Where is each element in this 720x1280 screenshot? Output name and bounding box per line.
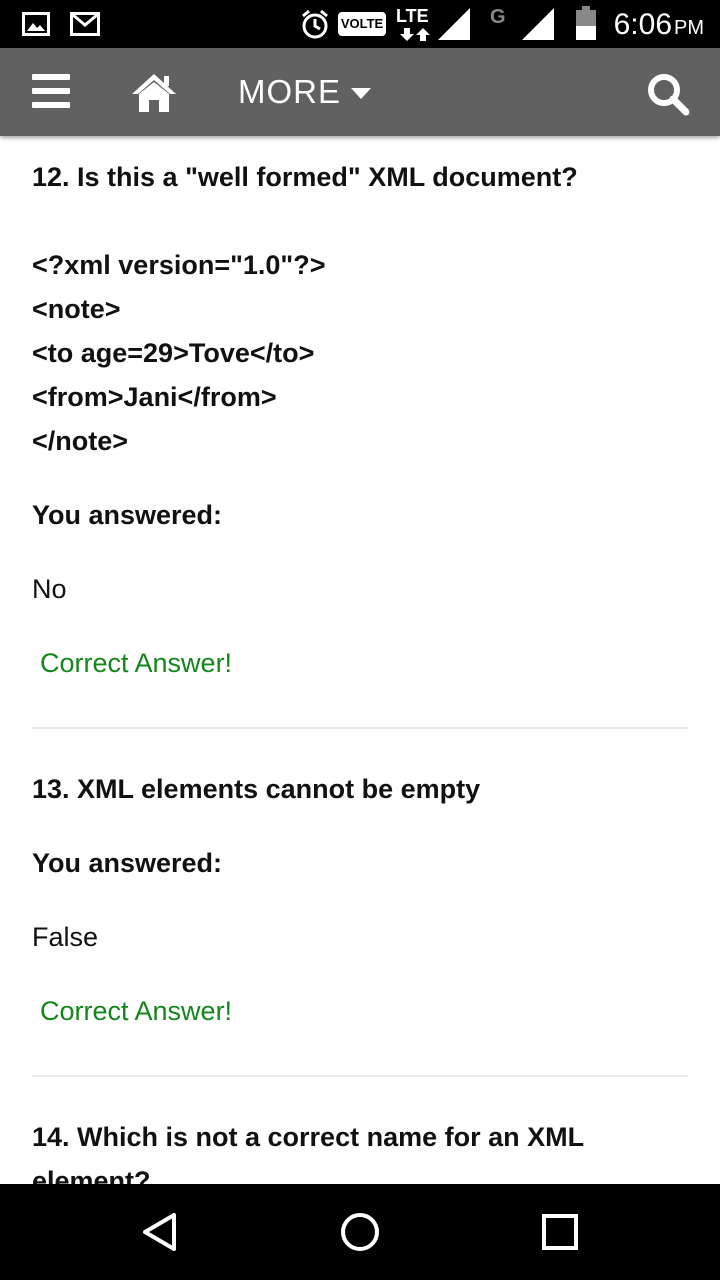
caret-down-icon: [351, 87, 371, 99]
menu-icon[interactable]: [32, 74, 70, 108]
gmail-icon: [70, 12, 100, 36]
divider: [32, 727, 688, 729]
you-answered-label: You answered:: [32, 500, 223, 530]
code-line: <to age=29>Tove</to>: [32, 338, 315, 368]
code-line: <?xml version="1.0"?>: [32, 250, 326, 280]
time-text: 6:06: [613, 8, 672, 41]
system-nav-bar: [0, 1184, 720, 1280]
question-title-continued: element?: [32, 1166, 151, 1184]
question-title: 12. Is this a "well formed" XML document…: [32, 162, 578, 192]
signal-icon: [438, 8, 470, 40]
code-line: <from>Jani</from>: [32, 382, 277, 412]
home-icon[interactable]: [130, 70, 178, 114]
question-title: 13. XML elements cannot be empty: [32, 774, 481, 804]
more-menu-button[interactable]: MORE: [238, 70, 371, 114]
code-line: </note>: [32, 426, 129, 456]
quiz-results: 12. Is this a "well formed" XML document…: [0, 136, 720, 1184]
divider: [32, 1075, 688, 1077]
status-bar: VOLTE LTE G 6:06 PM: [0, 0, 720, 48]
code-line: <note>: [32, 294, 121, 324]
back-icon[interactable]: [138, 1210, 182, 1254]
battery-icon: [576, 6, 596, 40]
question-title: 14. Which is not a correct name for an X…: [32, 1122, 585, 1152]
home-circle-icon[interactable]: [338, 1210, 382, 1254]
alarm-icon: [302, 9, 328, 39]
signal-icon-2: [522, 8, 554, 40]
search-icon[interactable]: [646, 72, 690, 116]
more-label: MORE: [238, 73, 341, 110]
user-answer: No: [32, 574, 67, 604]
user-answer: False: [32, 922, 99, 952]
recents-icon[interactable]: [538, 1210, 582, 1254]
app-bar: MORE: [0, 48, 720, 136]
you-answered-label: You answered:: [32, 848, 223, 878]
correct-answer-text: Correct Answer!: [40, 648, 233, 678]
g-label: G: [490, 6, 506, 28]
volte-badge: VOLTE: [338, 12, 386, 36]
image-icon: [22, 12, 50, 36]
lte-label: LTE: [396, 6, 429, 26]
ampm-text: PM: [674, 17, 704, 39]
status-time: 6:06 PM: [614, 8, 704, 42]
data-arrows-icon: [400, 28, 430, 41]
correct-answer-text: Correct Answer!: [40, 996, 233, 1026]
